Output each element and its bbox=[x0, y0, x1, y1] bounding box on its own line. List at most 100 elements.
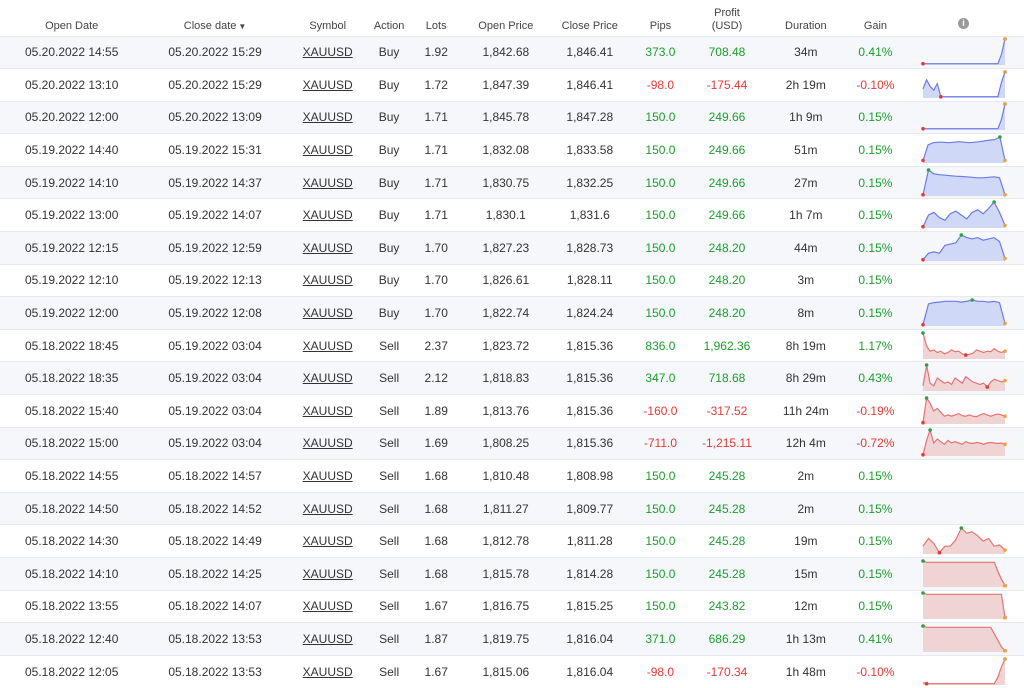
symbol-link[interactable]: XAUUSD bbox=[303, 599, 353, 613]
gain-cell: 0.15% bbox=[858, 110, 893, 125]
col-header-profit[interactable]: Profit (USD) bbox=[690, 0, 764, 36]
sparkline-area bbox=[922, 39, 1005, 66]
pips-cell: 150.0 bbox=[645, 110, 676, 125]
sparkline-end-dot bbox=[1002, 379, 1007, 383]
sparkline-max-dot bbox=[959, 233, 963, 237]
close-price-cell: 1,815.36 bbox=[566, 403, 614, 418]
symbol-link[interactable]: XAUUSD bbox=[303, 176, 353, 190]
sparkline-max-dot bbox=[920, 591, 925, 596]
trade-sparkline-cell bbox=[903, 199, 1024, 232]
col-header-lots[interactable]: Lots bbox=[410, 0, 463, 36]
table-row[interactable]: 05.18.2022 12:40 05.18.2022 13:53 XAUUSD Se… bbox=[0, 622, 1024, 656]
table-row[interactable]: 05.19.2022 12:00 05.19.2022 12:08 XAUUSD Bu… bbox=[0, 296, 1024, 330]
col-header-symbol[interactable]: Symbol bbox=[287, 0, 369, 36]
pips-cell: 150.0 bbox=[645, 469, 676, 484]
info-icon[interactable]: i bbox=[958, 17, 970, 29]
symbol-link[interactable]: XAUUSD bbox=[303, 306, 353, 320]
profit-cell: 248.20 bbox=[708, 306, 746, 321]
open-date-cell: 05.20.2022 13:10 bbox=[24, 77, 119, 92]
lots-cell: 1.71 bbox=[424, 110, 448, 125]
gain-cell: 0.15% bbox=[858, 273, 893, 288]
col-header-open-price[interactable]: Open Price bbox=[463, 0, 549, 36]
sparkline-min-dot bbox=[984, 385, 989, 390]
symbol-link[interactable]: XAUUSD bbox=[303, 241, 353, 255]
symbol-link[interactable]: XAUUSD bbox=[303, 567, 353, 581]
table-row[interactable]: 05.18.2022 14:10 05.18.2022 14:25 XAUUSD Se… bbox=[0, 557, 1024, 591]
col-header-gain[interactable]: Gain bbox=[848, 0, 903, 36]
symbol-link[interactable]: XAUUSD bbox=[303, 632, 353, 646]
open-price-cell: 1,823.72 bbox=[482, 338, 530, 353]
open-price-cell: 1,811.27 bbox=[482, 501, 529, 516]
action-cell: Buy bbox=[378, 306, 400, 321]
table-row[interactable]: 05.19.2022 12:15 05.19.2022 12:59 XAUUSD Bu… bbox=[0, 231, 1024, 265]
open-date-cell: 05.19.2022 13:00 bbox=[24, 208, 119, 223]
table-row[interactable]: 05.18.2022 13:55 05.18.2022 14:07 XAUUSD Se… bbox=[0, 590, 1024, 623]
table-row[interactable]: 05.18.2022 18:35 05.19.2022 03:04 XAUUSD Se… bbox=[0, 361, 1024, 395]
col-header-close-price[interactable]: Close Price bbox=[549, 0, 631, 36]
close-date-cell: 05.19.2022 03:04 bbox=[168, 436, 262, 451]
open-date-cell: 05.18.2022 18:45 bbox=[24, 338, 119, 353]
sparkline-end-dot bbox=[1002, 192, 1007, 197]
symbol-link[interactable]: XAUUSD bbox=[303, 371, 353, 385]
close-date-cell: 05.20.2022 15:29 bbox=[168, 45, 262, 60]
sparkline-max-dot bbox=[920, 330, 925, 335]
symbol-link[interactable]: XAUUSD bbox=[303, 339, 353, 353]
table-row[interactable]: 05.20.2022 13:10 05.20.2022 15:29 XAUUSD Bu… bbox=[0, 68, 1024, 102]
symbol-link[interactable]: XAUUSD bbox=[303, 665, 353, 679]
profit-cell: 249.66 bbox=[708, 208, 746, 223]
table-row[interactable]: 05.18.2022 14:30 05.18.2022 14:49 XAUUSD Se… bbox=[0, 524, 1024, 558]
col-header-action[interactable]: Action bbox=[369, 0, 410, 36]
col-header-pips[interactable]: Pips bbox=[631, 0, 690, 36]
col-header-duration[interactable]: Duration bbox=[764, 0, 848, 36]
symbol-link[interactable]: XAUUSD bbox=[303, 436, 353, 450]
pips-cell: 150.0 bbox=[645, 143, 676, 158]
table-row[interactable]: 05.19.2022 12:10 05.19.2022 12:13 XAUUSD Bu… bbox=[0, 264, 1024, 297]
table-row[interactable]: 05.19.2022 13:00 05.19.2022 14:07 XAUUSD Bu… bbox=[0, 198, 1024, 232]
trade-sparkline bbox=[920, 37, 1007, 66]
symbol-link[interactable]: XAUUSD bbox=[303, 208, 353, 222]
symbol-link[interactable]: XAUUSD bbox=[303, 110, 353, 124]
table-row[interactable]: 05.18.2022 14:50 05.18.2022 14:52 XAUUSD Se… bbox=[0, 492, 1024, 525]
symbol-link[interactable]: XAUUSD bbox=[303, 273, 353, 287]
table-row[interactable]: 05.18.2022 12:05 05.18.2022 13:53 XAUUSD Se… bbox=[0, 655, 1024, 688]
profit-cell: 249.66 bbox=[708, 143, 746, 158]
profit-cell: 243.82 bbox=[708, 599, 746, 614]
open-price-cell: 1,813.76 bbox=[482, 403, 530, 418]
table-row[interactable]: 05.20.2022 12:00 05.20.2022 13:09 XAUUSD Bu… bbox=[0, 101, 1024, 134]
table-row[interactable]: 05.18.2022 14:55 05.18.2022 14:57 XAUUSD Se… bbox=[0, 459, 1024, 493]
close-date-cell: 05.18.2022 14:57 bbox=[168, 469, 262, 484]
pips-cell: 150.0 bbox=[645, 208, 676, 223]
symbol-link[interactable]: XAUUSD bbox=[303, 534, 353, 548]
table-row[interactable]: 05.18.2022 18:45 05.19.2022 03:04 XAUUSD Se… bbox=[0, 329, 1024, 362]
trade-sparkline bbox=[920, 396, 1007, 425]
sparkline-max-dot bbox=[997, 135, 1002, 139]
col-header-close-price-label: Close Price bbox=[561, 19, 618, 32]
trade-sparkline bbox=[920, 298, 1007, 327]
sparkline-line bbox=[922, 39, 1006, 65]
symbol-link[interactable]: XAUUSD bbox=[303, 502, 353, 516]
symbol-link[interactable]: XAUUSD bbox=[303, 78, 353, 92]
profit-cell: 686.29 bbox=[708, 631, 746, 646]
col-header-close-date[interactable]: Close date ▼ bbox=[143, 0, 286, 36]
symbol-link[interactable]: XAUUSD bbox=[303, 143, 353, 157]
trade-sparkline bbox=[921, 70, 1007, 99]
sparkline-end-dot bbox=[1002, 256, 1007, 261]
table-row[interactable]: 05.20.2022 14:55 05.20.2022 15:29 XAUUSD Bu… bbox=[0, 36, 1024, 69]
symbol-link[interactable]: XAUUSD bbox=[303, 45, 353, 59]
table-row[interactable]: 05.18.2022 15:00 05.19.2022 03:04 XAUUSD Se… bbox=[0, 427, 1024, 460]
gain-cell: -0.10% bbox=[856, 77, 895, 92]
symbol-link[interactable]: XAUUSD bbox=[303, 404, 353, 418]
sparkline-end-dot bbox=[1002, 102, 1007, 107]
sparkline-end-dot bbox=[1002, 37, 1007, 42]
symbol-link[interactable]: XAUUSD bbox=[303, 469, 353, 483]
table-row[interactable]: 05.19.2022 14:10 05.19.2022 14:37 XAUUSD Bu… bbox=[0, 166, 1024, 199]
lots-cell: 1.70 bbox=[424, 306, 448, 321]
lots-cell: 1.68 bbox=[424, 566, 448, 581]
open-price-cell: 1,826.61 bbox=[482, 273, 530, 288]
lots-cell: 1.89 bbox=[424, 403, 448, 418]
pips-cell: 371.0 bbox=[645, 631, 676, 646]
table-row[interactable]: 05.18.2022 15:40 05.19.2022 03:04 XAUUSD Se… bbox=[0, 394, 1024, 428]
table-row[interactable]: 05.19.2022 14:40 05.19.2022 15:31 XAUUSD Bu… bbox=[0, 133, 1024, 167]
close-date-cell: 05.19.2022 14:07 bbox=[168, 208, 262, 223]
col-header-open-date[interactable]: Open Date bbox=[0, 0, 143, 36]
